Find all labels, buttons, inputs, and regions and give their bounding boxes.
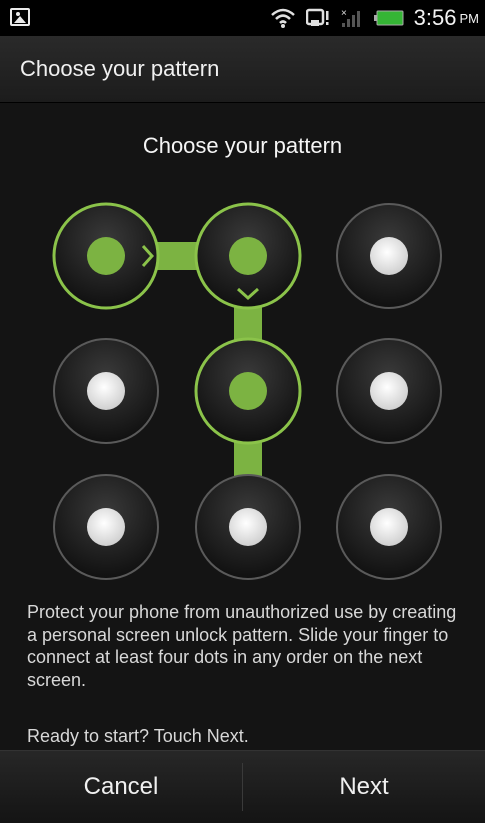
bottom-action-bar: Cancel Next xyxy=(0,750,485,823)
pattern-dot-5[interactable] xyxy=(194,337,302,445)
signal-icon: × xyxy=(341,8,360,27)
pattern-dot-9[interactable] xyxy=(336,474,442,580)
pattern-dot-1[interactable] xyxy=(52,202,160,310)
status-bar: × 3:56 PM xyxy=(0,0,485,36)
clock-ampm: PM xyxy=(459,10,480,26)
pattern-description: Protect your phone from unauthorized use… xyxy=(27,602,457,690)
pattern-dot-3[interactable] xyxy=(336,203,442,309)
page-title: Choose your pattern xyxy=(20,56,220,81)
pattern-dot-6[interactable] xyxy=(336,338,442,444)
pattern-dot-4[interactable] xyxy=(53,338,159,444)
pattern-dot-2[interactable] xyxy=(194,202,302,310)
gallery-icon xyxy=(10,8,30,26)
pattern-dot-7[interactable] xyxy=(53,474,159,580)
cancel-button[interactable]: Cancel xyxy=(0,751,242,823)
wifi-icon xyxy=(270,8,295,28)
sim-card-icon xyxy=(305,8,329,26)
pattern-dot-8[interactable] xyxy=(195,474,301,580)
next-button[interactable]: Next xyxy=(243,751,485,823)
title-bar: Choose your pattern xyxy=(0,36,485,103)
clock-time: 3:56 xyxy=(413,5,457,30)
unlock-pattern-grid[interactable] xyxy=(0,103,485,603)
ready-hint: Ready to start? Touch Next. xyxy=(27,726,249,746)
content-area: Choose your pattern Protect your phone f… xyxy=(0,103,485,750)
svg-text:×: × xyxy=(341,8,347,19)
battery-icon xyxy=(373,10,404,26)
